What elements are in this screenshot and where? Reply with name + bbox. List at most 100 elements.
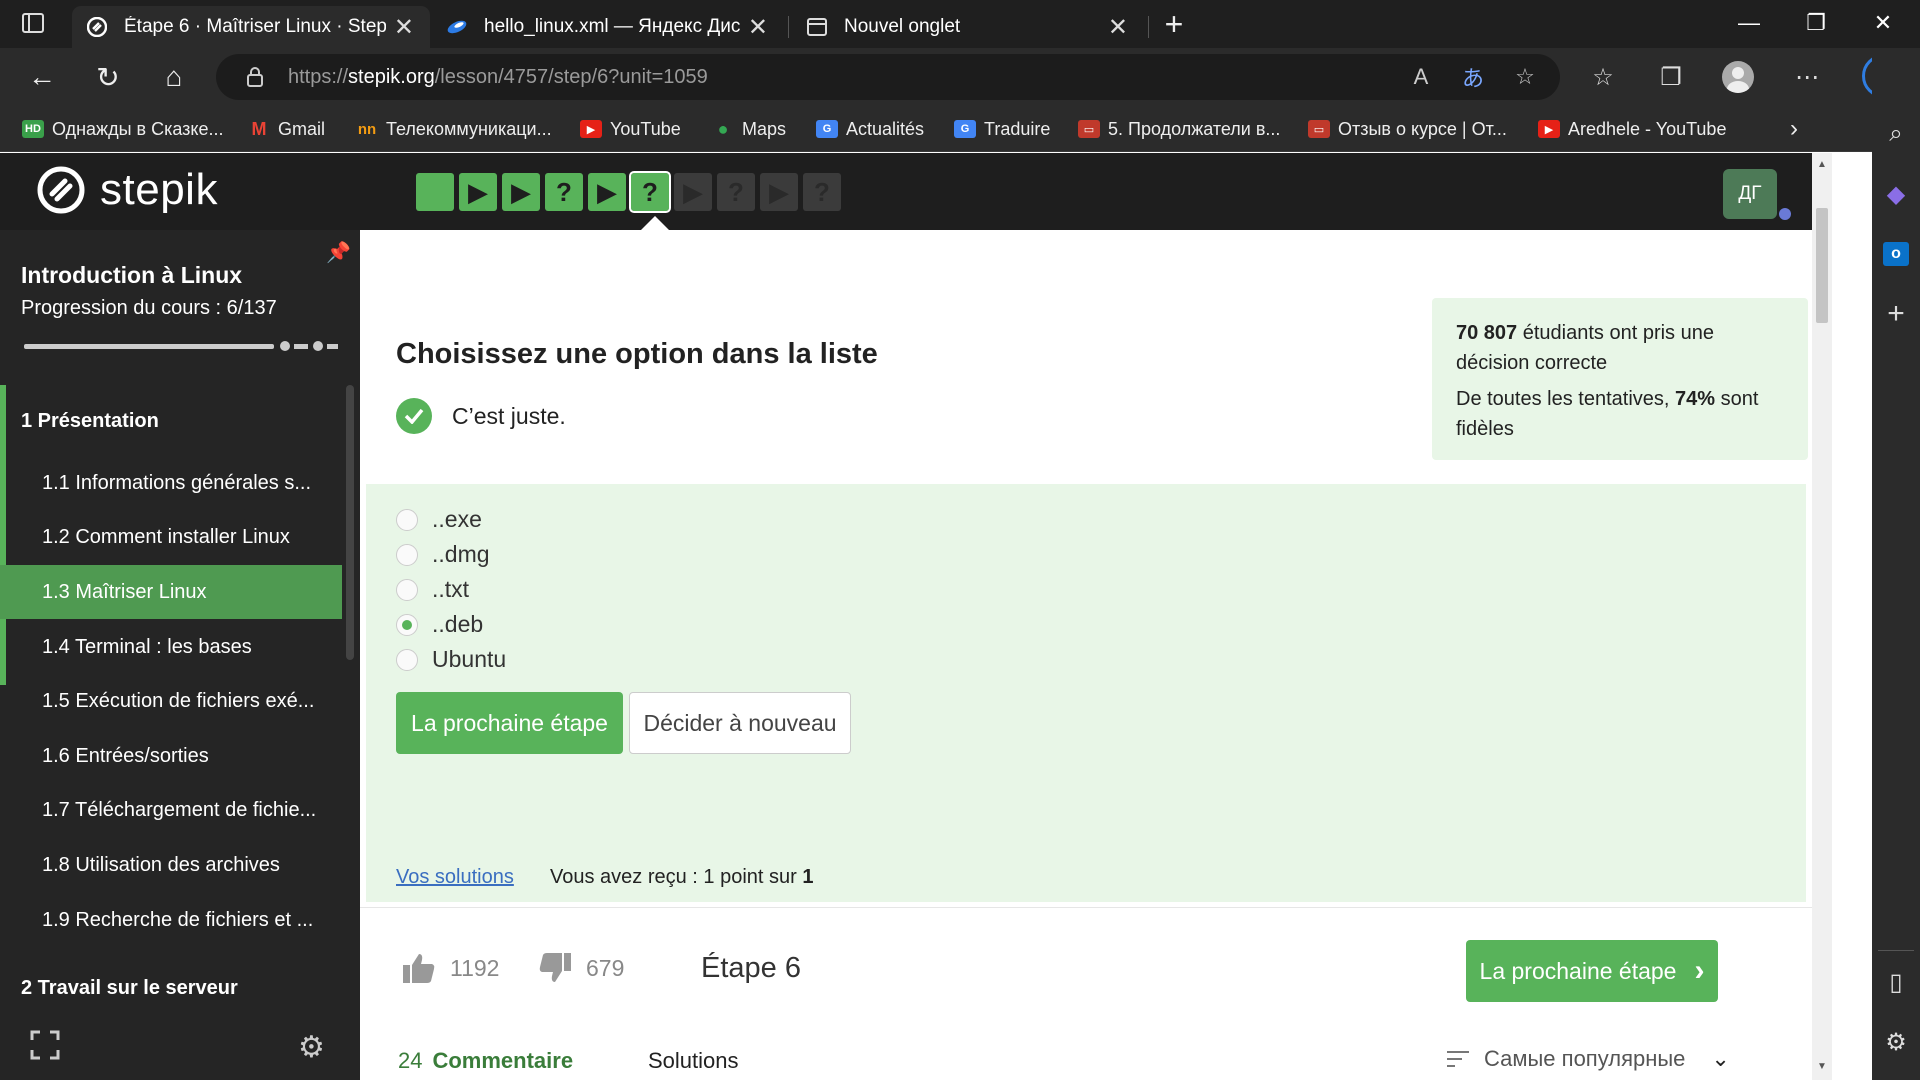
favorites-icon[interactable]: ☆: [1586, 60, 1620, 94]
bookmark-item[interactable]: G Actualités: [816, 106, 924, 152]
add-favorite-icon[interactable]: ☆: [1510, 62, 1540, 92]
avatar[interactable]: ДГ: [1723, 169, 1777, 219]
step-10-quiz[interactable]: ?: [803, 173, 841, 211]
bookmark-item[interactable]: G Traduire: [954, 106, 1050, 152]
step-2-video[interactable]: ▶: [459, 173, 497, 211]
pin-icon[interactable]: 📌: [326, 240, 351, 265]
course-sidebar: 📌 Introduction à Linux Progression du co…: [0, 230, 360, 1080]
bookmark-item[interactable]: ▭ Отзыв о курсе | От...: [1308, 106, 1507, 152]
bookmark-item[interactable]: ▭ 5. Продолжатели в...: [1078, 106, 1280, 152]
radio-button[interactable]: [396, 648, 418, 671]
option-dmg[interactable]: ..dmg: [396, 541, 490, 568]
home-icon[interactable]: ⌂: [149, 48, 199, 106]
dislike-button[interactable]: 679: [538, 952, 624, 984]
tab-stepik[interactable]: Étape 6 · Maîtriser Linux · Stepik ✕: [72, 6, 430, 48]
step-4-quiz[interactable]: ?: [545, 173, 583, 211]
bookmark-item[interactable]: ● Maps: [712, 106, 786, 152]
bookmark-item[interactable]: M Gmail: [248, 106, 326, 152]
sort-label: Самые популярные: [1484, 1046, 1686, 1071]
lesson-item[interactable]: 1.7 Téléchargement de fichie...: [0, 783, 342, 837]
course-progress-bar: [24, 344, 274, 349]
new-tab-plus-icon[interactable]: +: [1160, 6, 1188, 42]
sort-dropdown[interactable]: Самые популярные ⌄: [1446, 1046, 1730, 1072]
collections-icon[interactable]: ❐: [1654, 60, 1688, 94]
lesson-item[interactable]: 1.4 Terminal : les bases: [0, 620, 342, 674]
more-menu-icon[interactable]: ⋯: [1790, 60, 1824, 94]
lesson-item-active[interactable]: 1.3 Maîtriser Linux: [0, 565, 342, 619]
copilot-icon[interactable]: ◆: [1880, 178, 1912, 210]
step-label: Étape 6: [701, 952, 801, 984]
section-title[interactable]: 2 Travail sur le serveur: [21, 977, 238, 1000]
option-ubuntu[interactable]: Ubuntu: [396, 646, 506, 673]
outlook-icon[interactable]: o: [1880, 238, 1912, 270]
next-step-footer-button[interactable]: La prochaine étape ›: [1466, 940, 1718, 1002]
stepik-header: stepik ▶ ▶ ? ▶ ? ▶ ? ▶ ? ДГ: [0, 153, 1812, 230]
close-tab-icon[interactable]: ✕: [394, 13, 414, 42]
option-exe[interactable]: ..exe: [396, 506, 482, 533]
fullscreen-icon[interactable]: [30, 1030, 60, 1060]
lesson-item[interactable]: 1.2 Comment installer Linux: [0, 510, 342, 564]
profile-icon[interactable]: [1721, 60, 1755, 94]
bookmark-item[interactable]: ▶ Aredhele - YouTube: [1538, 106, 1726, 152]
step-7-video[interactable]: ▶: [674, 173, 712, 211]
read-aloud-icon[interactable]: A: [1406, 62, 1436, 92]
bookmark-item[interactable]: HD Однажды в Сказке...: [22, 106, 224, 152]
bookmark-item[interactable]: nn Телекоммуникаци...: [356, 106, 552, 152]
option-deb[interactable]: ..deb: [396, 611, 483, 638]
like-button[interactable]: 1192: [402, 952, 499, 984]
lesson-item[interactable]: 1.5 Exécution de fichiers exé...: [0, 674, 342, 728]
gear-icon[interactable]: ⚙: [298, 1030, 325, 1065]
add-panel-icon[interactable]: +: [1880, 297, 1912, 330]
stepik-logo[interactable]: stepik: [36, 165, 218, 215]
lesson-item[interactable]: 1.1 Informations générales s...: [0, 456, 342, 510]
close-window-icon[interactable]: ✕: [1850, 0, 1916, 46]
close-tab-icon[interactable]: ✕: [748, 13, 768, 42]
course-title[interactable]: Introduction à Linux: [21, 262, 242, 289]
option-txt[interactable]: ..txt: [396, 576, 469, 603]
current-step-caret: [641, 216, 669, 230]
step-5-video[interactable]: ▶: [588, 173, 626, 211]
sort-icon: [1447, 1051, 1469, 1067]
url-text[interactable]: https://stepik.org/lesson/4757/step/6?un…: [288, 54, 708, 100]
lesson-item[interactable]: 1.6 Entrées/sorties: [0, 729, 342, 783]
youtube-icon: ▶: [1538, 120, 1560, 138]
your-solutions-link[interactable]: Vos solutions: [396, 866, 514, 889]
bookmarks-overflow-chevron-icon[interactable]: ›: [1790, 106, 1798, 152]
step-6-quiz-current[interactable]: ?: [629, 171, 671, 213]
sidebar-toggle-icon[interactable]: ▯: [1880, 966, 1912, 998]
step-9-video[interactable]: ▶: [760, 173, 798, 211]
radio-button[interactable]: [396, 578, 418, 601]
tab-comments[interactable]: 24 Commentaire: [398, 1048, 573, 1074]
lesson-item[interactable]: 1.8 Utilisation des archives: [0, 838, 342, 892]
step-8-quiz[interactable]: ?: [717, 173, 755, 211]
tab-actions-icon[interactable]: [22, 13, 44, 33]
step-1-done[interactable]: [416, 173, 454, 211]
scroll-down-arrow-icon[interactable]: ▼: [1817, 1061, 1827, 1072]
back-icon[interactable]: ←: [17, 48, 67, 106]
address-bar[interactable]: https://stepik.org/lesson/4757/step/6?un…: [216, 54, 1560, 100]
radio-button[interactable]: [396, 543, 418, 566]
tab-solutions[interactable]: Solutions: [648, 1048, 739, 1074]
lesson-item[interactable]: 1.9 Recherche de fichiers et ...: [0, 893, 342, 947]
lock-icon[interactable]: [240, 62, 270, 92]
scroll-up-arrow-icon[interactable]: ▲: [1817, 159, 1827, 170]
restore-icon[interactable]: ❐: [1783, 0, 1849, 46]
tab-yandex-disk[interactable]: hello_linux.xml — Яндекс Диск ✕: [432, 6, 784, 48]
translate-icon[interactable]: あ: [1458, 62, 1488, 92]
search-icon[interactable]: ⌕: [1880, 118, 1912, 150]
reload-icon[interactable]: ↻: [83, 48, 133, 106]
section-title[interactable]: 1 Présentation: [21, 410, 159, 433]
bookmark-item[interactable]: ▶ YouTube: [580, 106, 681, 152]
sidebar-scrollbar[interactable]: [346, 385, 354, 660]
radio-button[interactable]: [396, 508, 418, 531]
next-step-button[interactable]: La prochaine étape: [396, 692, 623, 754]
radio-button-selected[interactable]: [396, 613, 418, 636]
retry-button[interactable]: Décider à nouveau: [629, 692, 851, 754]
tab-new-tab[interactable]: Nouvel onglet ✕: [792, 6, 1144, 48]
gear-icon[interactable]: ⚙: [1880, 1026, 1912, 1058]
page-scrollbar[interactable]: ▲ ▼: [1812, 153, 1832, 1080]
minimize-icon[interactable]: —: [1716, 0, 1782, 46]
page-scrollbar-thumb[interactable]: [1816, 208, 1828, 323]
step-3-video[interactable]: ▶: [502, 173, 540, 211]
close-tab-icon[interactable]: ✕: [1108, 13, 1128, 42]
